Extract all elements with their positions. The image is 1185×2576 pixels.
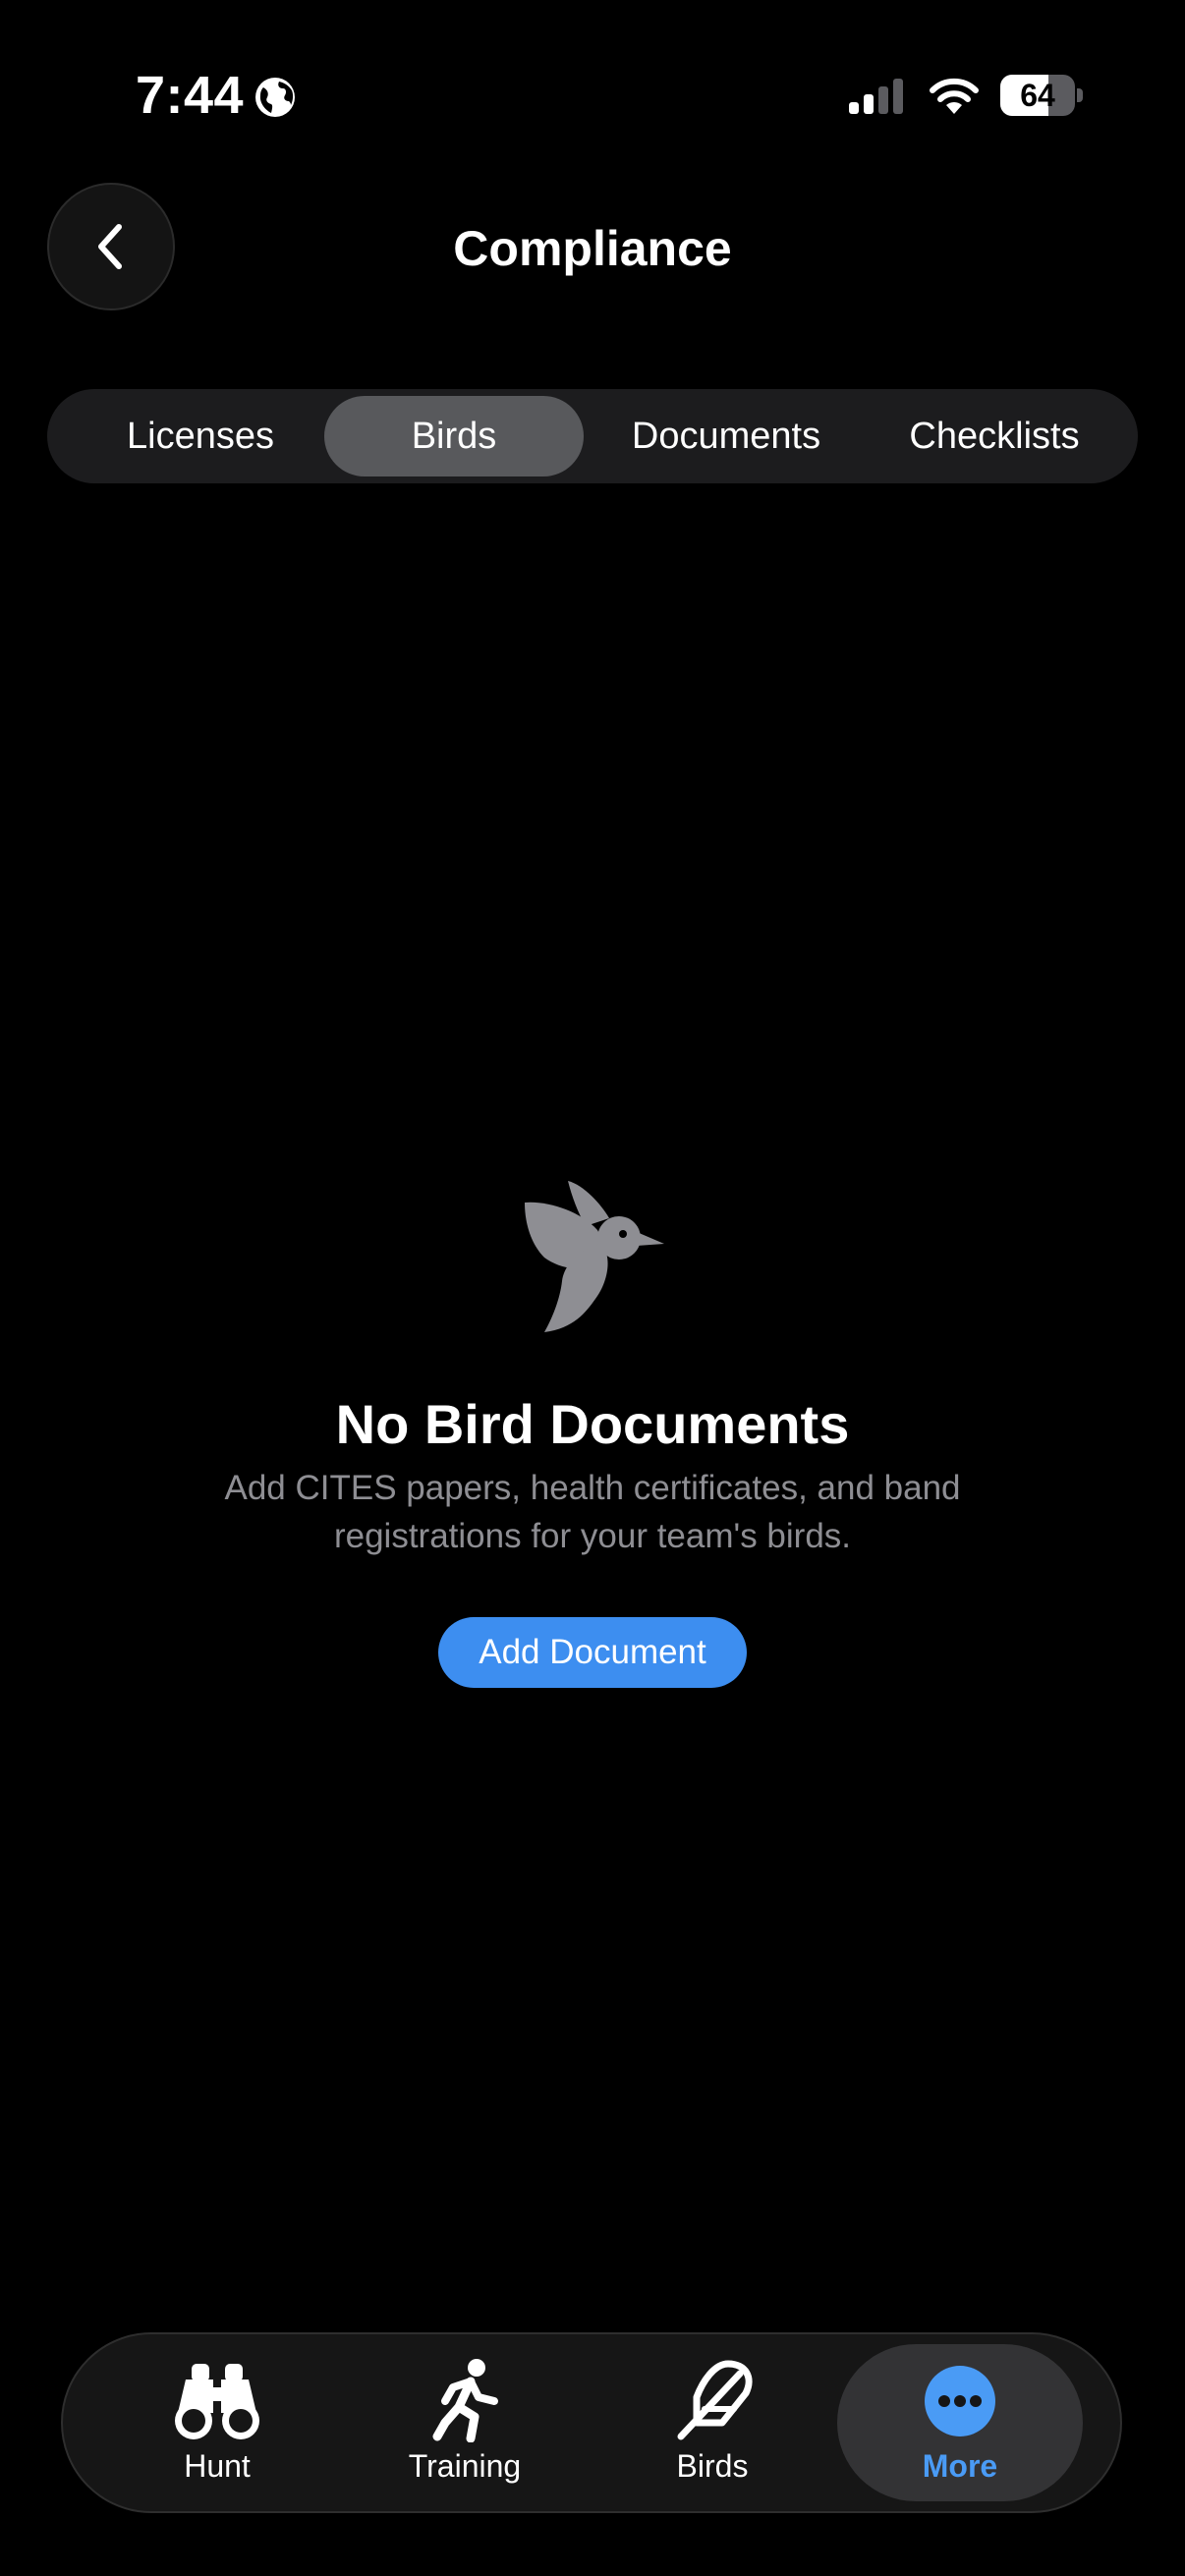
tab-hunt-label: Hunt [184, 2448, 251, 2484]
tab-birds[interactable]: Birds [590, 2344, 835, 2501]
segment-checklists[interactable]: Checklists [865, 396, 1124, 476]
empty-state-title: No Bird Documents [335, 1393, 850, 1455]
add-document-button[interactable]: Add Document [438, 1617, 747, 1688]
bird-icon [525, 1181, 664, 1332]
more-icon [925, 2366, 995, 2436]
page-title: Compliance [453, 221, 732, 276]
empty-state-description: Add CITES papers, health certificates, a… [224, 1469, 961, 1555]
binoculars-icon [175, 2364, 259, 2439]
tab-training-label: Training [408, 2448, 522, 2484]
status-time: 7:44 [136, 66, 245, 125]
segmented-control: Licenses Birds Documents Checklists [47, 389, 1138, 483]
tab-hunt[interactable]: Hunt [94, 2344, 340, 2501]
battery-indicator: 64 [1000, 75, 1083, 116]
segment-licenses[interactable]: Licenses [75, 396, 326, 476]
tab-more-label: More [922, 2448, 998, 2484]
cellular-signal-icon [849, 79, 903, 114]
tab-more[interactable]: More [837, 2344, 1083, 2501]
tab-bar: Hunt Training Birds More [61, 2332, 1122, 2513]
feather-icon [677, 2360, 753, 2440]
segment-documents[interactable]: Documents [595, 396, 857, 476]
status-bar: 7:44 64 [0, 0, 1185, 187]
tab-training[interactable]: Training [342, 2344, 588, 2501]
running-figure-icon [432, 2359, 498, 2442]
globe-icon [255, 78, 295, 117]
segment-birds[interactable]: Birds [324, 396, 584, 476]
battery-level: 64 [1020, 78, 1055, 113]
wifi-icon [930, 78, 979, 114]
tab-birds-label: Birds [676, 2448, 749, 2484]
